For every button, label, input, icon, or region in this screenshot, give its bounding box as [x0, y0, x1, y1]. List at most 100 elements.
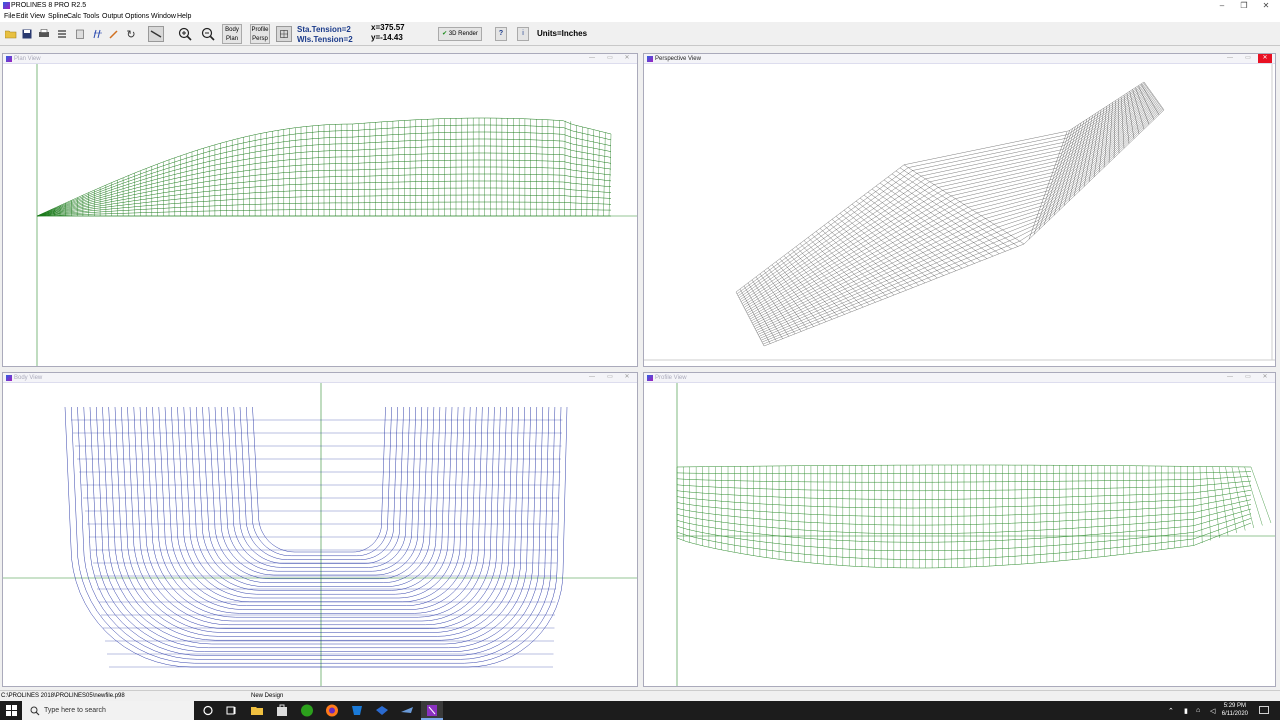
body-view-window[interactable]: Body View — ▭ ✕ — [2, 372, 638, 687]
body-plan-button[interactable]: Body Plan — [222, 24, 242, 44]
section-line — [321, 406, 550, 656]
taskbar-search[interactable]: Type here to search — [22, 701, 194, 720]
station-line — [1244, 466, 1263, 526]
prolines-taskbar-button[interactable] — [421, 701, 443, 720]
section-line — [121, 406, 321, 633]
plan-view-titlebar[interactable]: Plan View — ▭ ✕ — [3, 54, 637, 64]
clock[interactable]: 5:29 PM 6/11/2020 — [1222, 702, 1248, 718]
view-icon — [6, 56, 12, 62]
maximize-icon[interactable]: ▭ — [603, 54, 617, 63]
3d-render-label: 3D Render — [448, 31, 478, 37]
save-icon[interactable] — [19, 26, 35, 42]
station-line — [1225, 466, 1237, 534]
units-label: Units=Inches — [537, 29, 588, 38]
help-button[interactable]: ? — [495, 27, 507, 41]
menu-file[interactable]: File — [4, 11, 15, 22]
minimize-icon[interactable]: — — [585, 54, 599, 63]
close-icon[interactable]: ✕ — [1256, 0, 1276, 11]
maximize-icon[interactable]: ▭ — [603, 373, 617, 382]
section-line — [321, 406, 429, 580]
status-message: New Design — [251, 693, 284, 699]
menu-edit[interactable]: Edit — [16, 11, 28, 22]
minimize-icon[interactable]: — — [585, 373, 599, 382]
menu-options[interactable]: Options — [125, 11, 149, 22]
section-line — [321, 406, 392, 557]
app-icon-3[interactable] — [400, 704, 414, 717]
spline-tool-icon[interactable] — [90, 26, 106, 42]
maximize-icon[interactable]: ▭ — [1241, 373, 1255, 382]
section-line — [321, 406, 423, 576]
battery-icon[interactable]: ▮ — [1184, 707, 1188, 715]
open-folder-icon[interactable] — [3, 26, 19, 42]
perspective-view-window[interactable]: Perspective View — ▭ ✕ — [643, 53, 1276, 367]
grid-icon[interactable] — [276, 26, 292, 42]
section-line — [227, 406, 321, 568]
store-icon[interactable] — [275, 704, 289, 717]
chevron-up-icon[interactable]: ⌃ — [1168, 707, 1174, 715]
redo-icon[interactable]: ↻ — [123, 26, 139, 42]
menu-view[interactable]: View — [30, 11, 45, 22]
section-line — [158, 406, 321, 610]
zoom-in-icon[interactable] — [177, 26, 193, 42]
print-icon[interactable] — [36, 26, 52, 42]
profile-view-window[interactable]: Profile View — ▭ ✕ — [643, 372, 1276, 687]
app-icon-2[interactable] — [375, 704, 389, 717]
menu-spline[interactable]: Spline — [48, 11, 67, 22]
hull-waterline — [751, 97, 1156, 324]
close-icon[interactable]: ✕ — [620, 373, 634, 382]
section-line — [321, 406, 465, 603]
section-line — [321, 406, 459, 599]
body-view-canvas[interactable] — [3, 383, 637, 686]
firefox-icon[interactable] — [325, 704, 339, 717]
file-explorer-icon[interactable] — [250, 704, 264, 717]
hull-waterline — [736, 82, 1145, 295]
section-line — [202, 406, 321, 583]
tension-readout: Sta.Tension=2 Wls.Tension=2 — [297, 25, 353, 45]
close-icon[interactable]: ✕ — [1258, 373, 1272, 382]
zoom-out-icon[interactable] — [200, 26, 216, 42]
minimize-icon[interactable]: — — [1223, 54, 1237, 63]
profile-view-title: Profile View — [655, 375, 687, 381]
section-line — [321, 406, 398, 560]
perspective-view-canvas[interactable] — [644, 64, 1275, 366]
close-icon[interactable]: ✕ — [620, 54, 634, 63]
task-view-icon[interactable] — [225, 704, 239, 717]
section-line — [152, 406, 321, 614]
cortana-icon[interactable] — [201, 704, 215, 717]
info-button[interactable]: i — [517, 27, 529, 41]
hull-station — [1028, 132, 1068, 240]
perspective-view-titlebar[interactable]: Perspective View — ▭ ✕ — [644, 54, 1275, 64]
list-icon[interactable] — [54, 26, 70, 42]
select-tool-icon[interactable] — [148, 26, 164, 42]
pencil-icon[interactable] — [106, 26, 122, 42]
maximize-icon[interactable]: ▭ — [1241, 54, 1255, 63]
menu-calc[interactable]: Calc — [67, 11, 81, 22]
plan-view-window[interactable]: Plan View — ▭ ✕ — [2, 53, 638, 367]
minimize-icon[interactable]: — — [1223, 373, 1237, 382]
body-view-titlebar[interactable]: Body View — ▭ ✕ — [3, 373, 637, 383]
profile-view-titlebar[interactable]: Profile View — ▭ ✕ — [644, 373, 1275, 383]
notifications-icon[interactable] — [1259, 706, 1269, 715]
plan-view-canvas[interactable] — [3, 64, 637, 366]
volume-icon[interactable]: ◁ — [1210, 707, 1215, 715]
clock-time: 5:29 PM — [1223, 703, 1247, 709]
status-bar: C:\PROLINES 2018\PROLINES05\newfile.p98 … — [0, 690, 1280, 701]
minimize-icon[interactable]: – — [1212, 0, 1232, 11]
windows-start-icon[interactable] — [6, 705, 17, 716]
quickbooks-icon[interactable] — [300, 704, 314, 717]
menu-tools[interactable]: Tools — [83, 11, 99, 22]
restore-icon[interactable]: ❐ — [1234, 0, 1254, 11]
mail-icon[interactable] — [350, 704, 364, 717]
network-icon[interactable]: ⌂ — [1196, 707, 1200, 714]
search-icon — [30, 706, 40, 716]
menu-output[interactable]: Output — [102, 11, 123, 22]
close-icon[interactable]: ✕ — [1258, 54, 1272, 63]
section-line — [321, 406, 477, 610]
menu-window[interactable]: Window — [151, 11, 176, 22]
profile-persp-button[interactable]: Profile Persp — [250, 24, 270, 44]
profile-view-canvas[interactable] — [644, 383, 1275, 686]
clipboard-icon[interactable] — [72, 26, 88, 42]
section-line — [246, 406, 321, 557]
3d-render-button[interactable]: ✔ 3D Render — [438, 27, 482, 41]
menu-help[interactable]: Help — [177, 11, 191, 22]
